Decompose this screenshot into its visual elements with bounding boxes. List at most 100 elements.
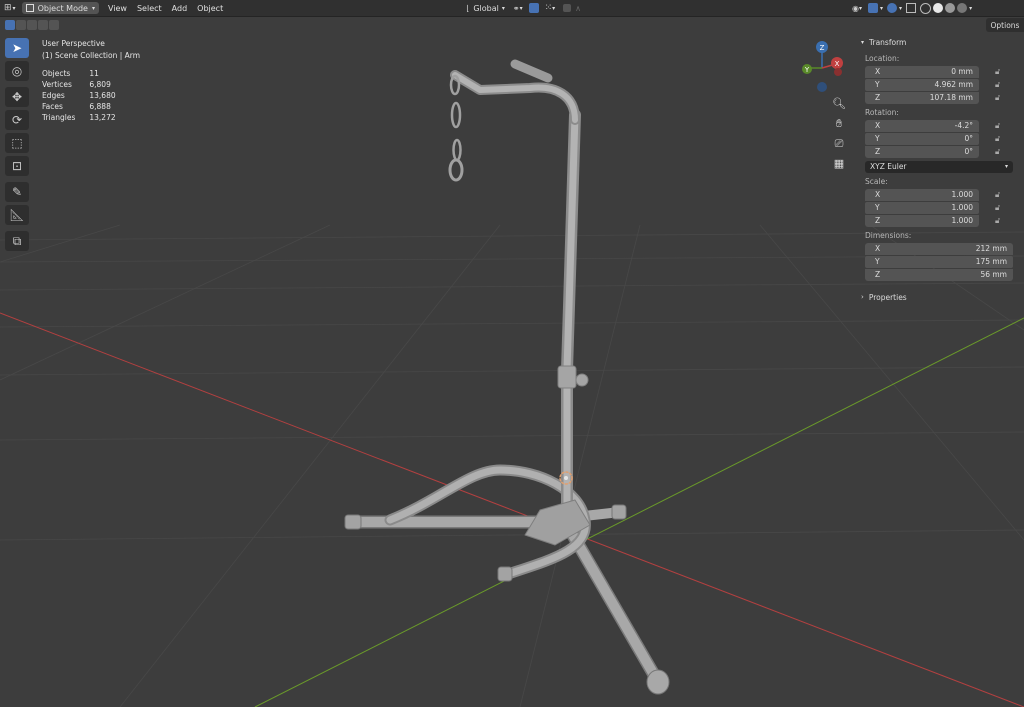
wireframe-shading-icon[interactable] xyxy=(920,2,932,14)
dimensions-y-field[interactable]: Y 175 mm xyxy=(865,255,1013,268)
select-new-icon[interactable] xyxy=(5,20,15,30)
lock-icon[interactable]: 🔓︎ xyxy=(995,190,1005,200)
select-extend-icon[interactable] xyxy=(16,20,26,30)
visibility-eye-icon: ◉ xyxy=(852,3,860,13)
editor-type-selector[interactable]: ⊞ ▾ xyxy=(0,1,20,16)
shading-modes: ▾ xyxy=(918,1,974,16)
rotation-z-field[interactable]: Z 0° xyxy=(865,145,979,158)
overlays-icon xyxy=(887,3,898,13)
rotation-mode-dropdown[interactable]: XYZ Euler ▾ xyxy=(865,160,1013,173)
lock-icon[interactable]: 🔓︎ xyxy=(995,121,1005,131)
sidebar-panel: ▾ Transform Location: X0 mm 🔓︎ Y 4.962 mm… xyxy=(861,34,1017,305)
xray-toggle[interactable] xyxy=(904,1,918,16)
selection-mode-bar xyxy=(5,20,59,30)
location-y-field[interactable]: Y 4.962 mm xyxy=(865,78,979,91)
move-icon[interactable]: ✥ xyxy=(5,87,29,107)
location-x-field[interactable]: X0 mm xyxy=(865,65,979,78)
transform-panel-header[interactable]: ▾ Transform xyxy=(861,34,1017,50)
rotation-x-field[interactable]: X -4.2° xyxy=(865,119,979,132)
rotation-y-row: Y 0° 🔓︎ xyxy=(861,132,1017,145)
stat-row: Objects 11 xyxy=(42,69,99,79)
scale-z-field[interactable]: Z 1.000 xyxy=(865,214,979,227)
rendered-shading-icon[interactable] xyxy=(957,3,968,13)
editor-type-icon: ⊞ xyxy=(4,3,12,13)
rotation-mode-row: XYZ Euler ▾ xyxy=(861,160,1017,173)
snap-increment-icon: ⁙ xyxy=(544,3,553,13)
location-z-field[interactable]: Z 107.18 mm xyxy=(865,91,979,104)
transform-icon[interactable]: ⊡ xyxy=(5,156,29,176)
proportional-falloff-icon: ∧ xyxy=(575,3,582,13)
visibility-dropdown[interactable]: ◉ ▾ xyxy=(848,1,866,16)
properties-title: Properties xyxy=(868,292,907,302)
properties-panel-header[interactable]: › Properties xyxy=(861,289,1017,305)
dimensions-z-row: Z 56 mm xyxy=(861,268,1017,281)
select-intersect-icon[interactable] xyxy=(49,20,59,30)
annotate-icon[interactable]: ✎ xyxy=(5,182,29,202)
stat-row: Faces 6,888 xyxy=(42,102,111,112)
location-z-row: Z 107.18 mm 🔓︎ xyxy=(861,91,1017,104)
x-axis-line xyxy=(0,312,1024,707)
lock-icon[interactable]: 🔓︎ xyxy=(995,67,1005,77)
guitar-stand-model[interactable] xyxy=(344,59,670,695)
select-cursor-icon[interactable]: ➤ xyxy=(5,38,29,58)
orientation-label: Global xyxy=(473,3,499,13)
stat-row: Triangles 13,272 xyxy=(42,113,116,123)
gizmo-toggle[interactable]: ▾ xyxy=(866,1,885,16)
orientation-dropdown[interactable]: ⌊ Global ▾ xyxy=(462,1,509,16)
location-y-row: Y 4.962 mm 🔓︎ xyxy=(861,78,1017,91)
scale-y-field[interactable]: Y 1.000 xyxy=(865,201,979,214)
object-mode-icon xyxy=(25,4,34,12)
lock-icon[interactable]: 🔓︎ xyxy=(995,134,1005,144)
menu-object[interactable]: Object xyxy=(192,4,228,13)
mode-label: Object Mode xyxy=(37,3,88,13)
select-subtract-icon[interactable] xyxy=(27,20,37,30)
overlays-toggle[interactable]: ▾ xyxy=(885,1,904,16)
camera-view-icon[interactable]: ⎚ xyxy=(830,135,848,152)
menu-add[interactable]: Add xyxy=(167,4,193,13)
snap-toggle[interactable] xyxy=(527,1,541,16)
proportional-edit-icon xyxy=(563,4,572,12)
gizmo-x-label: X xyxy=(835,60,840,68)
lock-icon[interactable]: 🔓︎ xyxy=(995,216,1005,226)
add-cube-icon[interactable]: ⧉ xyxy=(5,231,29,251)
chevron-down-icon[interactable]: ▾ xyxy=(969,5,972,12)
proportional-edit-toggle[interactable]: ∧ xyxy=(559,1,585,16)
transform-title: Transform xyxy=(869,37,907,47)
scale-label: Scale: xyxy=(865,177,888,186)
rotate-icon[interactable]: ⟳ xyxy=(5,110,29,130)
solid-shading-icon[interactable] xyxy=(933,3,944,13)
zoom-icon[interactable]: 🔍︎ xyxy=(830,95,848,112)
stat-row: Edges 13,680 xyxy=(42,91,116,101)
orientation-icon: ⌊ xyxy=(466,3,470,13)
navigation-gizmo[interactable]: Z X Y xyxy=(802,41,843,92)
gizmo-y-label: Y xyxy=(804,66,810,74)
snap-target-dropdown[interactable]: ⁙ ▾ xyxy=(541,1,560,16)
lock-icon[interactable]: 🔓︎ xyxy=(995,203,1005,213)
rotation-y-field[interactable]: Y 0° xyxy=(865,132,979,145)
scale-z-row: Z 1.000 🔓︎ xyxy=(861,214,1017,227)
pan-hand-icon[interactable]: ✋︎ xyxy=(830,115,848,132)
lock-icon[interactable]: 🔓︎ xyxy=(995,80,1005,90)
dimensions-x-field[interactable]: X 212 mm xyxy=(865,242,1013,255)
scale-icon[interactable]: ⬚ xyxy=(5,133,29,153)
dimensions-x-row: X 212 mm xyxy=(861,242,1017,255)
menu-select[interactable]: Select xyxy=(132,4,167,13)
snap-magnet-icon xyxy=(528,3,539,13)
rotation-z-row: Z 0° 🔓︎ xyxy=(861,145,1017,158)
view-name: User Perspective xyxy=(42,39,105,48)
chevron-down-icon: ▾ xyxy=(861,38,865,46)
lock-icon[interactable]: 🔓︎ xyxy=(995,147,1005,157)
gizmo-icon xyxy=(868,3,879,13)
scale-x-field[interactable]: X 1.000 xyxy=(865,188,979,201)
cursor-3d-icon[interactable]: ◎ xyxy=(5,61,29,81)
material-shading-icon[interactable] xyxy=(945,3,956,13)
perspective-toggle-icon[interactable]: ▦ xyxy=(830,155,848,172)
menu-view[interactable]: View xyxy=(103,4,132,13)
collection-name: (1) Scene Collection | Arm xyxy=(42,51,141,60)
dimensions-z-field[interactable]: Z 56 mm xyxy=(865,268,1013,281)
measure-icon[interactable]: 📐︎ xyxy=(5,205,29,225)
mode-dropdown[interactable]: Object Mode ▾ xyxy=(21,2,99,14)
lock-icon[interactable]: 🔓︎ xyxy=(995,93,1005,103)
select-invert-icon[interactable] xyxy=(38,20,48,30)
pivot-dropdown[interactable]: ⚭ ▾ xyxy=(509,1,527,16)
